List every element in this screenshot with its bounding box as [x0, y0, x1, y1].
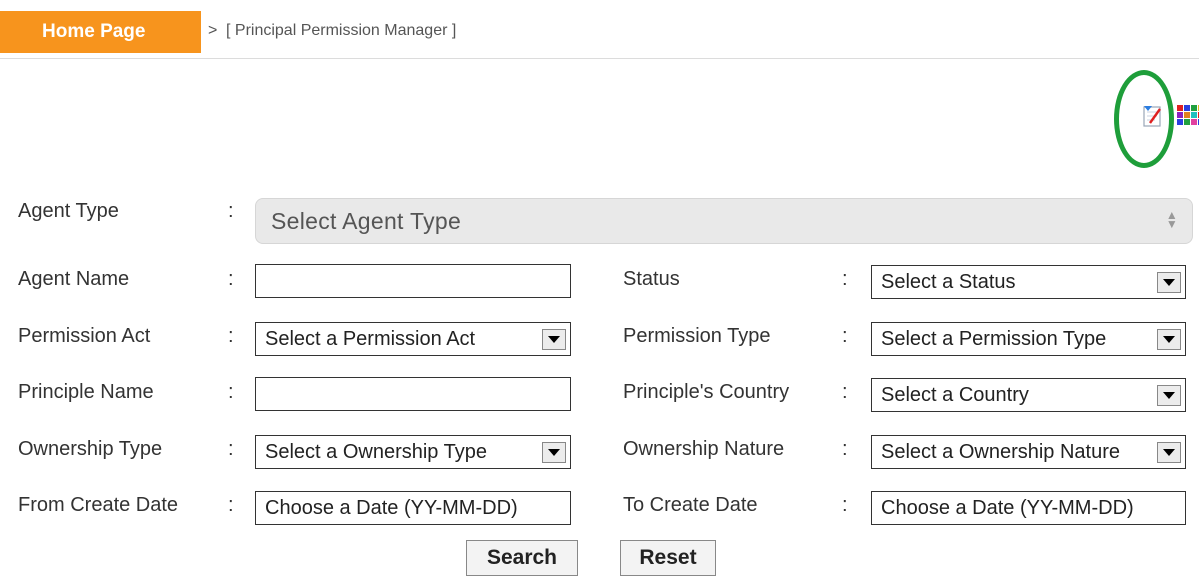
- to-create-date-label: To Create Date: [623, 494, 758, 516]
- colon: :: [842, 381, 848, 403]
- colon: :: [228, 494, 234, 516]
- status-select[interactable]: Select a Status: [871, 265, 1186, 299]
- principle-country-label: Principle's Country: [623, 381, 790, 403]
- colon: :: [842, 268, 848, 290]
- permission-act-label: Permission Act: [18, 325, 151, 347]
- breadcrumb-separator: >: [208, 22, 218, 39]
- from-create-date-input[interactable]: Choose a Date (YY-MM-DD): [255, 491, 571, 525]
- highlight-circle: [1114, 70, 1174, 168]
- ownership-nature-value: Select a Ownership Nature: [881, 441, 1121, 463]
- breadcrumb: [ Principal Permission Manager ]: [226, 22, 457, 39]
- ownership-type-select[interactable]: Select a Ownership Type: [255, 435, 571, 469]
- top-bar: Home Page > [ Principal Permission Manag…: [0, 0, 1199, 59]
- colon: :: [842, 494, 848, 516]
- agent-type-select[interactable]: Select Agent Type ▲ ▼: [255, 198, 1193, 244]
- colon: :: [228, 438, 234, 460]
- principle-country-value: Select a Country: [881, 384, 1029, 406]
- from-create-date-label: From Create Date: [18, 494, 179, 516]
- status-value: Select a Status: [881, 271, 1016, 293]
- chevron-down-icon[interactable]: [1157, 385, 1181, 406]
- ownership-type-label: Ownership Type: [18, 438, 163, 460]
- status-label: Status: [623, 268, 680, 290]
- agent-type-value: Select Agent Type: [271, 207, 462, 234]
- permission-act-select[interactable]: Select a Permission Act: [255, 322, 571, 356]
- colon: :: [228, 200, 234, 222]
- chevron-down-icon[interactable]: [1157, 442, 1181, 463]
- ownership-type-value: Select a Ownership Type: [265, 441, 487, 463]
- permission-type-value: Select a Permission Type: [881, 328, 1107, 350]
- color-grid-icon[interactable]: [1176, 103, 1199, 129]
- permission-type-select[interactable]: Select a Permission Type: [871, 322, 1186, 356]
- chevron-down-icon[interactable]: [542, 329, 566, 350]
- reset-button[interactable]: Reset: [620, 540, 716, 576]
- principle-name-label: Principle Name: [18, 381, 154, 403]
- colon: :: [842, 325, 848, 347]
- chevron-down-icon[interactable]: [542, 442, 566, 463]
- search-button[interactable]: Search: [466, 540, 578, 576]
- chevron-down-icon[interactable]: [1157, 329, 1181, 350]
- colon: :: [842, 438, 848, 460]
- agent-name-input[interactable]: [255, 264, 571, 298]
- chevron-down-icon[interactable]: [1157, 272, 1181, 293]
- updown-arrows-icon: ▲ ▼: [1165, 208, 1178, 231]
- agent-type-label: Agent Type: [18, 200, 119, 222]
- principle-name-input[interactable]: [255, 377, 571, 411]
- colon: :: [228, 381, 234, 403]
- colon: :: [228, 268, 234, 290]
- permission-type-label: Permission Type: [623, 325, 771, 347]
- permission-act-value: Select a Permission Act: [265, 328, 476, 350]
- ownership-nature-select[interactable]: Select a Ownership Nature: [871, 435, 1186, 469]
- agent-name-label: Agent Name: [18, 268, 130, 290]
- home-page-button[interactable]: Home Page: [0, 11, 201, 53]
- to-create-date-input[interactable]: Choose a Date (YY-MM-DD): [871, 491, 1186, 525]
- ownership-nature-label: Ownership Nature: [623, 438, 785, 460]
- principle-country-select[interactable]: Select a Country: [871, 378, 1186, 412]
- colon: :: [228, 325, 234, 347]
